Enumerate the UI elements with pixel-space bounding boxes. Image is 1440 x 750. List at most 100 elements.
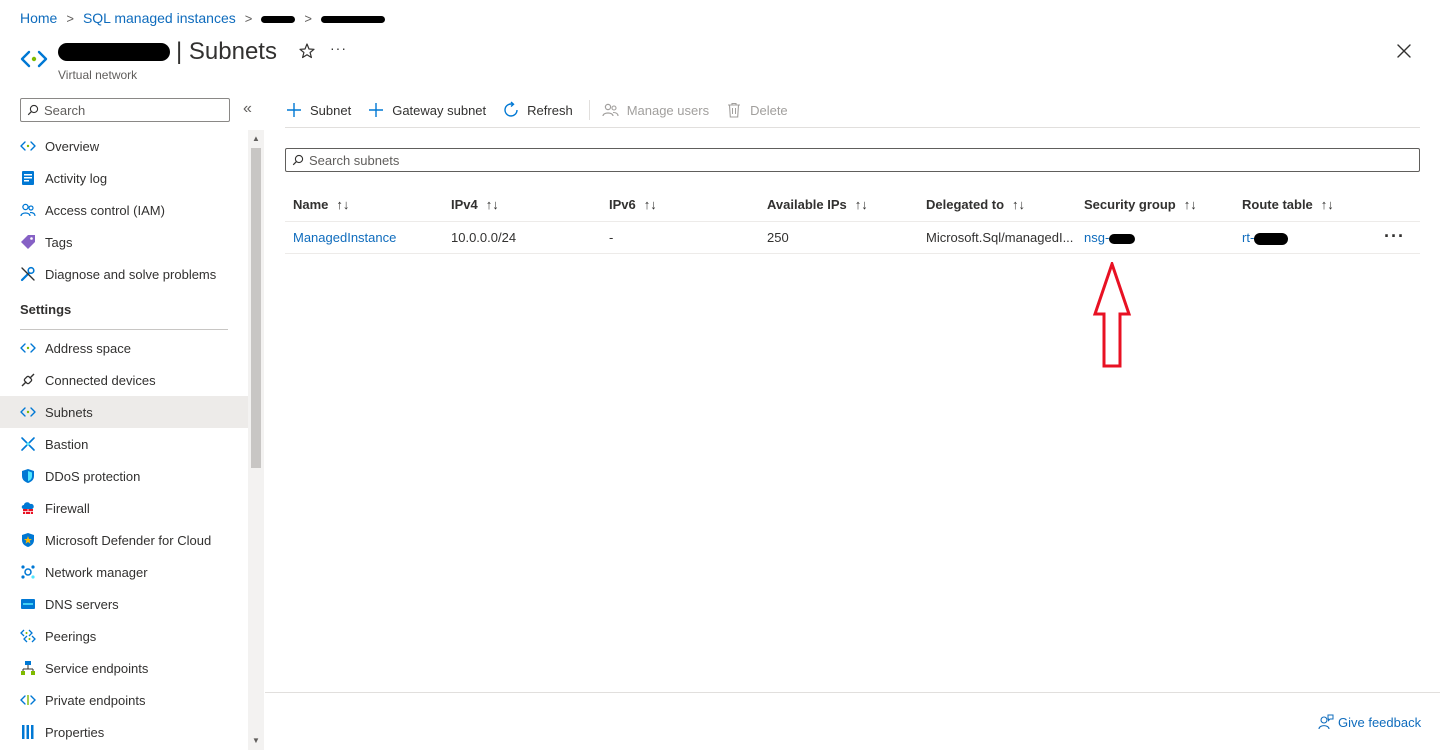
scroll-down-icon[interactable]: ▼ [252, 736, 260, 745]
sidebar-item-network-manager[interactable]: Network manager [0, 556, 248, 588]
star-icon[interactable] [297, 41, 317, 61]
more-options-button[interactable]: ··· [330, 40, 347, 56]
toolbar-divider [285, 127, 1420, 128]
sidebar-item-dns-servers[interactable]: DNS servers [0, 588, 248, 620]
sidebar-item-tags[interactable]: Tags [0, 226, 248, 258]
add-gateway-subnet-label: Gateway subnet [392, 102, 487, 118]
vnet-icon [20, 138, 36, 154]
sort-icon: ↑↓ [643, 197, 657, 212]
sidebar-item-label: Subnets [45, 404, 93, 420]
column-header-available-ips[interactable]: Available IPs ↑↓ [759, 197, 918, 212]
add-subnet-label: Subnet [310, 102, 352, 118]
sidebar-item-activity-log[interactable]: Activity log [0, 162, 248, 194]
delete-button[interactable]: Delete [725, 101, 788, 119]
sidebar-item-properties[interactable]: Properties [0, 716, 248, 748]
cell-available-ips: 250 [767, 230, 789, 245]
route-table-link[interactable]: rt- [1242, 230, 1254, 245]
plus-icon [367, 101, 385, 119]
table-header: Name ↑↓ IPv4 ↑↓ IPv6 ↑↓ Available IPs ↑↓ Del… [285, 188, 1420, 222]
sidebar-item-label: Private endpoints [45, 692, 146, 708]
sidebar-search-input[interactable] [44, 102, 214, 118]
sidebar-item-label: DDoS protection [45, 468, 141, 484]
sidebar-item-label: Microsoft Defender for Cloud [45, 532, 212, 548]
vnet-icon [20, 404, 36, 420]
bastion-icon [20, 436, 36, 452]
sidebar-item-label: Properties [45, 724, 105, 740]
sidebar-divider [20, 329, 228, 330]
refresh-icon [502, 101, 520, 119]
row-more-options-button[interactable]: ··· [1384, 226, 1405, 246]
column-header-ipv4[interactable]: IPv4 ↑↓ [443, 197, 601, 212]
dns-icon [20, 596, 36, 612]
security-group-link[interactable]: nsg- [1084, 230, 1109, 245]
sidebar-item-diagnose[interactable]: Diagnose and solve problems [0, 258, 248, 290]
sidebar-item-label: Peerings [45, 628, 97, 644]
sidebar-item-overview[interactable]: Overview [0, 130, 248, 162]
delete-label: Delete [750, 102, 788, 118]
scroll-thumb[interactable] [251, 148, 261, 468]
manage-users-label: Manage users [626, 102, 710, 118]
redacted-route-table-name [1254, 232, 1289, 245]
vnet-icon [20, 340, 36, 356]
collapse-sidebar-button[interactable]: « [243, 100, 252, 118]
sidebar-item-label: Service endpoints [45, 660, 149, 676]
iam-icon [20, 202, 36, 218]
trash-icon [725, 101, 743, 119]
subnet-name-link[interactable]: ManagedInstance [285, 230, 443, 245]
tag-icon [20, 234, 36, 250]
subnets-table: Name ↑↓ IPv4 ↑↓ IPv6 ↑↓ Available IPs ↑↓ Del… [285, 188, 1420, 254]
page-title: | Subnets [58, 38, 277, 66]
firewall-icon [20, 500, 36, 516]
give-feedback-button[interactable]: Give feedback [1318, 714, 1421, 730]
sidebar-item-label: Connected devices [45, 372, 156, 388]
breadcrumb-redacted-vnet[interactable] [320, 10, 385, 26]
page-title-text: | Subnets [176, 38, 277, 65]
table-row[interactable]: ManagedInstance 10.0.0.0/24 - 250 Micros… [285, 222, 1420, 254]
sidebar-item-subnets[interactable]: Subnets [0, 396, 248, 428]
sidebar-item-defender[interactable]: Microsoft Defender for Cloud [0, 524, 248, 556]
breadcrumb-chevron-icon: > [244, 10, 253, 26]
wrench-icon [20, 266, 36, 282]
sidebar-item-service-endpoints[interactable]: Service endpoints [0, 652, 248, 684]
sidebar-item-private-endpoints[interactable]: Private endpoints [0, 684, 248, 716]
sidebar-item-address-space[interactable]: Address space [0, 332, 248, 364]
breadcrumb-redacted-resource-group[interactable] [261, 10, 296, 26]
sidebar-item-bastion[interactable]: Bastion [0, 428, 248, 460]
sidebar-item-label: DNS servers [45, 596, 119, 612]
column-header-ipv6[interactable]: IPv6 ↑↓ [601, 197, 759, 212]
sidebar-item-access-control[interactable]: Access control (IAM) [0, 194, 248, 226]
sort-icon: ↑↓ [1320, 197, 1334, 212]
sidebar-item-ddos[interactable]: DDoS protection [0, 460, 248, 492]
cell-ipv6: - [609, 230, 614, 245]
add-subnet-button[interactable]: Subnet [285, 101, 351, 119]
annotation-arrow-icon [1092, 262, 1132, 368]
sidebar-item-connected-devices[interactable]: Connected devices [0, 364, 248, 396]
close-icon[interactable] [1394, 41, 1414, 61]
column-header-name[interactable]: Name ↑↓ [285, 197, 443, 212]
add-gateway-subnet-button[interactable]: Gateway subnet [367, 101, 486, 119]
sort-icon: ↑↓ [336, 197, 350, 212]
breadcrumb-sql-managed-instances[interactable]: SQL managed instances [83, 10, 236, 26]
redacted-nsg-name [1109, 233, 1136, 244]
sidebar-item-peerings[interactable]: Peerings [0, 620, 248, 652]
feedback-icon [1318, 714, 1334, 730]
properties-icon [20, 724, 36, 740]
defender-icon [20, 532, 36, 548]
sort-icon: ↑↓ [854, 197, 868, 212]
subnet-search-input[interactable] [309, 152, 1399, 168]
refresh-button[interactable]: Refresh [502, 101, 573, 119]
sidebar-item-label: Diagnose and solve problems [45, 266, 217, 282]
column-header-delegated-to[interactable]: Delegated to ↑↓ [918, 197, 1076, 212]
give-feedback-label: Give feedback [1338, 714, 1422, 730]
sidebar-item-firewall[interactable]: Firewall [0, 492, 248, 524]
network-manager-icon [20, 564, 36, 580]
column-header-route-table[interactable]: Route table ↑↓ [1234, 197, 1384, 212]
sidebar-scrollbar[interactable]: ▲ ▼ [248, 130, 264, 750]
scroll-up-icon[interactable]: ▲ [252, 134, 260, 143]
manage-users-button[interactable]: Manage users [602, 101, 709, 119]
breadcrumb-home[interactable]: Home [20, 10, 57, 26]
sidebar-item-label: Access control (IAM) [45, 202, 165, 218]
column-header-security-group[interactable]: Security group ↑↓ [1076, 197, 1234, 212]
private-endpoints-icon [20, 692, 36, 708]
plug-icon [20, 372, 36, 388]
